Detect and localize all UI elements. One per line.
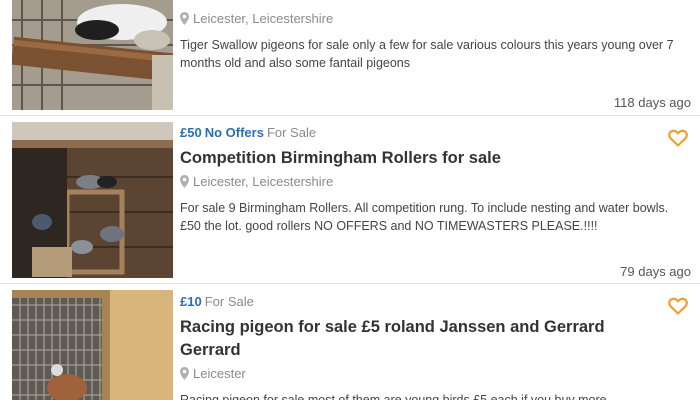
listing-price: £50 bbox=[180, 125, 202, 140]
listing-card[interactable]: £50 No Offers For Sale Competition Birming… bbox=[0, 116, 700, 284]
listing-card[interactable]: £10 For Sale Racing pigeon for sale £5 ro… bbox=[0, 285, 700, 400]
listing-price-line: £50 No Offers For Sale bbox=[180, 125, 690, 141]
heart-outline-icon[interactable] bbox=[668, 129, 688, 147]
listing-thumbnail[interactable] bbox=[12, 290, 173, 400]
location-pin-icon bbox=[180, 12, 189, 25]
listing-location: Leicester, Leicestershire bbox=[180, 173, 690, 191]
listing-description: Tiger Swallow pigeons for sale only a fe… bbox=[180, 38, 674, 70]
listing-price: £10 bbox=[180, 294, 202, 309]
listing-title[interactable]: Competition Birmingham Rollers for sale bbox=[180, 147, 690, 170]
pigeon-loft-photo-icon bbox=[12, 122, 173, 278]
location-text: Leicester, Leicestershire bbox=[193, 174, 334, 189]
sale-type: For Sale bbox=[204, 294, 254, 309]
listing-description: For sale 9 Birmingham Rollers. All compe… bbox=[180, 201, 669, 233]
location-text: Leicester, Leicestershire bbox=[193, 11, 334, 26]
listing-price-line: £10 For Sale bbox=[180, 294, 690, 310]
heart-outline-icon[interactable] bbox=[668, 297, 688, 315]
listing-description: Racing pigeon for sale most of them are … bbox=[180, 393, 607, 400]
listing-location: Leicester, Leicestershire bbox=[180, 10, 690, 28]
sale-type: For Sale bbox=[266, 125, 317, 140]
listing-results: Leicester, Leicestershire Tiger Swallow … bbox=[0, 0, 700, 400]
listing-title[interactable]: Racing pigeon for sale £5 roland Janssen… bbox=[180, 316, 690, 362]
listing-age: 118 days ago bbox=[613, 95, 691, 110]
listing-thumbnail[interactable] bbox=[12, 0, 173, 110]
location-text: Leicester bbox=[193, 366, 246, 381]
listing-age: 79 days ago bbox=[620, 264, 691, 279]
listing-card[interactable]: Leicester, Leicestershire Tiger Swallow … bbox=[0, 0, 700, 116]
pigeon-photo-icon bbox=[12, 0, 173, 110]
no-offers-badge: No Offers bbox=[204, 125, 264, 140]
location-pin-icon bbox=[180, 367, 189, 380]
pigeon-cage-photo-icon bbox=[12, 290, 173, 400]
location-pin-icon bbox=[180, 175, 189, 188]
listing-location: Leicester bbox=[180, 365, 690, 383]
listing-thumbnail[interactable] bbox=[12, 122, 173, 278]
